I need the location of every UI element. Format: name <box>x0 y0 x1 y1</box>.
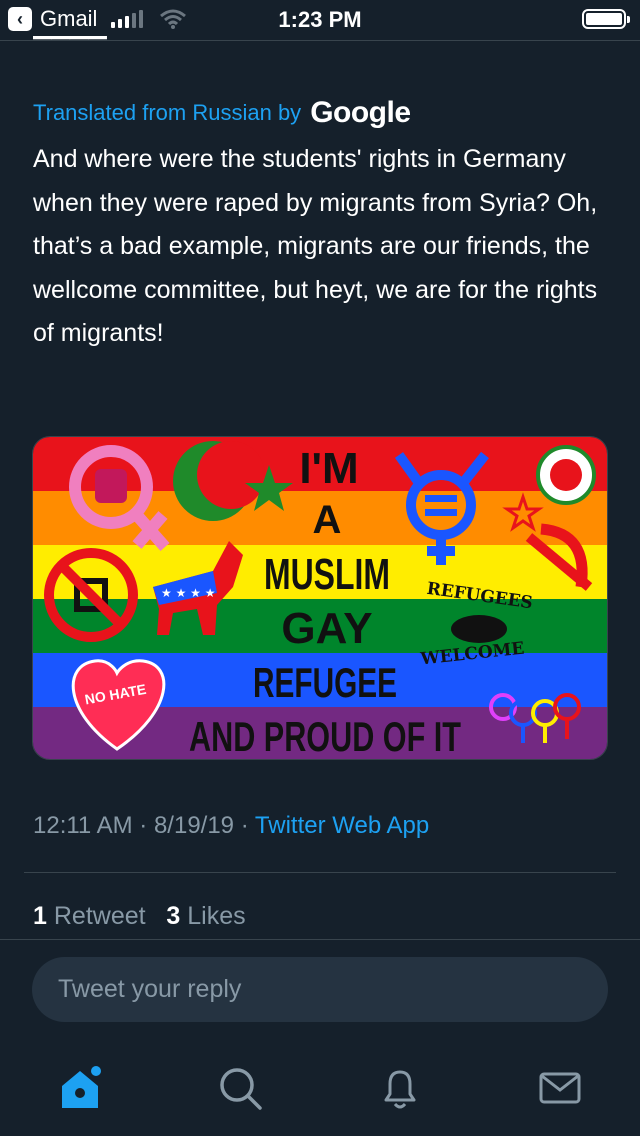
slogan-line-3: MUSLIM <box>264 550 390 599</box>
tweet-meta: 12:11 AM · 8/19/19 · Twitter Web App <box>33 812 429 840</box>
slogan-line-6: AND PROUD OF IT <box>189 713 461 760</box>
divider <box>0 939 640 940</box>
retweet-count: 1 <box>33 902 47 930</box>
reply-input[interactable]: Tweet your reply <box>32 957 608 1022</box>
google-logo: Google <box>310 96 411 129</box>
likes-stat[interactable]: 3 Likes <box>166 902 245 930</box>
translation-label: Translated from Russian by <box>33 100 302 125</box>
emblem-icon <box>536 445 596 505</box>
divider <box>24 872 616 873</box>
like-count: 3 <box>166 902 181 930</box>
svg-text:★ ★ ★ ★: ★ ★ ★ ★ <box>161 586 215 600</box>
translation-attribution[interactable]: Translated from Russian by Google <box>33 96 411 130</box>
mail-icon[interactable] <box>534 1062 586 1114</box>
pride-flag-image: ★ ★ ★ ★ NO HATE REFUGEES WELCOME I'M A M… <box>33 437 607 760</box>
reply-placeholder: Tweet your reply <box>58 975 242 1003</box>
like-label: Likes <box>187 902 246 930</box>
status-bar: ‹ Gmail 1:23 PM <box>0 0 640 41</box>
search-icon[interactable] <box>214 1062 266 1114</box>
tweet-text: And where were the students' rights in G… <box>33 145 598 347</box>
slogan-line-5: REFUGEE <box>253 659 397 706</box>
tweet-stats: 1 Retweet 3 Likes <box>33 902 246 931</box>
retweet-label: Retweet <box>53 902 146 930</box>
tweet-timestamp: 12:11 AM · 8/19/19 · <box>33 812 255 839</box>
battery-icon <box>582 9 630 29</box>
slogan-line-1: I'M <box>299 444 358 493</box>
bottom-tab-bar <box>0 1050 640 1136</box>
slogan-line-4: GAY <box>281 604 372 653</box>
bell-icon[interactable] <box>374 1062 426 1114</box>
source-app-link[interactable]: Twitter Web App <box>255 812 429 839</box>
previous-text-fragment: ▔▔▔▔ <box>33 36 107 46</box>
tweet-image[interactable]: ★ ★ ★ ★ NO HATE REFUGEES WELCOME I'M A M… <box>32 436 608 760</box>
status-time: 1:23 PM <box>278 7 362 32</box>
retweets-stat[interactable]: 1 Retweet <box>33 902 146 930</box>
slogan-line-2: A <box>313 498 342 542</box>
home-icon[interactable] <box>54 1062 106 1114</box>
